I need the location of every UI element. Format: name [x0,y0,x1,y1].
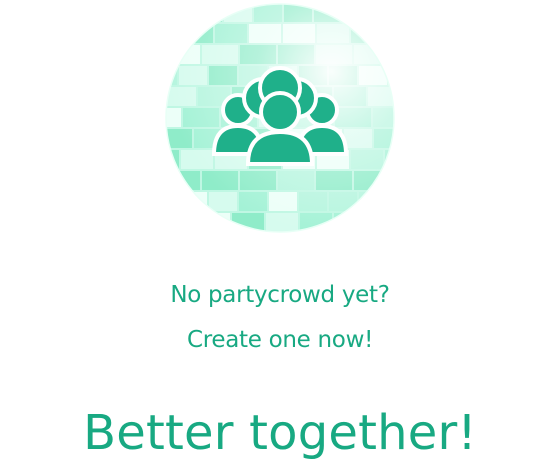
disco-tile [166,213,196,232]
disco-tile [166,4,192,22]
disco-tile [392,45,394,64]
disco-tile [385,24,394,43]
disco-tile [344,4,372,22]
create-prompt: Create one now! [186,327,374,353]
disco-tile [368,213,394,232]
disco-tile [374,4,394,22]
disco-tile [194,4,222,22]
tagline: Better together! [83,405,477,461]
empty-state-message: No partycrowd yet? [170,282,390,308]
partycrowd-illustration [163,2,397,234]
disco-tile [389,192,394,211]
disco-tile [166,24,179,43]
disco-tile [166,192,177,211]
disco-tile [389,66,394,85]
disco-tile [392,171,394,190]
